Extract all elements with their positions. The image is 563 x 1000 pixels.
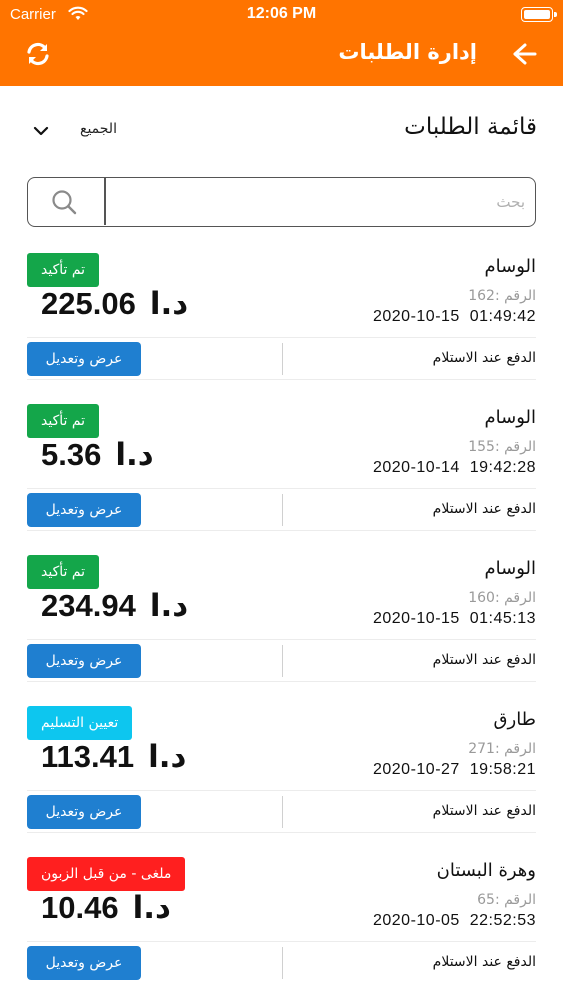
currency-label: د.ا [115,437,154,473]
divider [27,530,536,531]
order-datetime: 2020-10-15 01:49:42 [373,308,536,326]
view-edit-button[interactable]: عرض وتعديل [27,795,141,829]
payment-method: الدفع عند الاستلام [432,652,536,668]
order-datetime: 2020-10-14 19:42:28 [373,459,536,477]
app-header: Carrier 12:06 PM إدارة الطلبات [0,0,563,86]
order-number-value: 160 [468,590,495,606]
order-number-label: الرقم : [494,288,536,304]
divider [282,796,283,828]
order-number: الرقم :160 [468,590,536,606]
amount-value: 234.94 [41,588,136,623]
divider [27,488,536,489]
divider [27,639,536,640]
order-number: الرقم :271 [468,741,536,757]
divider [282,645,283,677]
status-badge: تم تأكيد [27,253,100,287]
customer-name: الوسام [484,256,537,277]
amount-value: 113.41 [41,739,135,774]
order-date: 2020-10-05 [372,912,460,929]
order-card: تم تأكيد الوسام الرقم :155 5.36 د.ا 2020-… [27,401,536,541]
divider [27,832,536,833]
amount-value: 5.36 [41,437,102,472]
order-amount: 234.94 د.ا [41,588,188,624]
order-number: الرقم :162 [468,288,536,304]
status-bar: Carrier 12:06 PM [0,0,563,30]
order-date: 2020-10-14 [372,459,460,476]
divider [27,337,536,338]
order-number-value: 65 [477,892,495,908]
customer-name: وهرة البستان [436,860,536,881]
currency-label: د.ا [149,588,189,624]
order-time: 01:49:42 [469,308,536,325]
order-amount: 225.06 د.ا [41,286,188,322]
order-number-value: 271 [468,741,495,757]
status-time: 12:06 PM [246,5,317,22]
view-edit-button[interactable]: عرض وتعديل [27,644,141,678]
battery-icon [521,7,557,22]
order-number-label: الرقم : [494,892,536,908]
divider [282,343,283,375]
amount-value: 225.06 [41,286,136,321]
orders-list-title: قائمة الطلبات [404,114,537,140]
order-datetime: 2020-10-27 19:58:21 [373,761,536,779]
order-amount: 10.46 د.ا [41,890,171,926]
payment-method: الدفع عند الاستلام [432,954,536,970]
order-card: ملغى - من قبل الزبون وهرة البستان الرقم … [27,854,536,994]
status-badge: تعيين التسليم [27,706,133,740]
page-title: إدارة الطلبات [338,40,477,64]
order-number: الرقم :65 [477,892,536,908]
divider [27,681,536,682]
search-divider [104,178,106,225]
currency-label: د.ا [148,739,187,775]
order-number-value: 155 [468,439,495,455]
order-date: 2020-10-15 [372,610,460,627]
customer-name: الوسام [484,407,537,428]
currency-label: د.ا [132,890,171,926]
order-number-value: 162 [468,288,495,304]
order-number-label: الرقم : [494,590,536,606]
divider [27,379,536,380]
order-date: 2020-10-27 [372,761,460,778]
order-card: تم تأكيد الوسام الرقم :162 225.06 د.ا 202… [27,250,536,390]
customer-name: طارق [493,709,536,730]
customer-name: الوسام [484,558,537,579]
payment-method: الدفع عند الاستلام [432,350,536,366]
order-time: 19:42:28 [469,459,536,476]
back-arrow-icon[interactable] [511,40,539,68]
order-time: 01:45:13 [469,610,536,627]
search-input[interactable] [106,186,525,218]
status-badge: ملغى - من قبل الزبون [27,857,186,891]
status-badge: تم تأكيد [27,555,100,589]
divider [27,941,536,942]
payment-method: الدفع عند الاستلام [432,803,536,819]
order-amount: 113.41 د.ا [41,739,186,775]
status-badge: تم تأكيد [27,404,100,438]
order-time: 22:52:53 [469,912,536,929]
order-time: 19:58:21 [469,761,536,778]
order-card: تم تأكيد الوسام الرقم :160 234.94 د.ا 202… [27,552,536,692]
refresh-icon[interactable] [24,40,52,68]
order-number: الرقم :155 [468,439,536,455]
order-date: 2020-10-15 [372,308,460,325]
chevron-down-icon[interactable] [32,122,50,140]
order-datetime: 2020-10-15 01:45:13 [373,610,536,628]
view-edit-button[interactable]: عرض وتعديل [27,493,141,527]
order-number-label: الرقم : [494,439,536,455]
view-edit-button[interactable]: عرض وتعديل [27,946,141,980]
search-bar [27,177,536,227]
divider [282,947,283,979]
order-datetime: 2020-10-05 22:52:53 [373,912,536,930]
order-card: تعيين التسليم طارق الرقم :271 113.41 د.ا … [27,703,536,843]
search-icon[interactable] [50,188,78,216]
divider [27,790,536,791]
order-amount: 5.36 د.ا [41,437,154,473]
amount-value: 10.46 [41,890,119,925]
view-edit-button[interactable]: عرض وتعديل [27,342,141,376]
order-number-label: الرقم : [494,741,536,757]
currency-label: د.ا [149,286,189,322]
filter-dropdown-value[interactable]: الجميع [80,121,117,137]
payment-method: الدفع عند الاستلام [432,501,536,517]
divider [282,494,283,526]
